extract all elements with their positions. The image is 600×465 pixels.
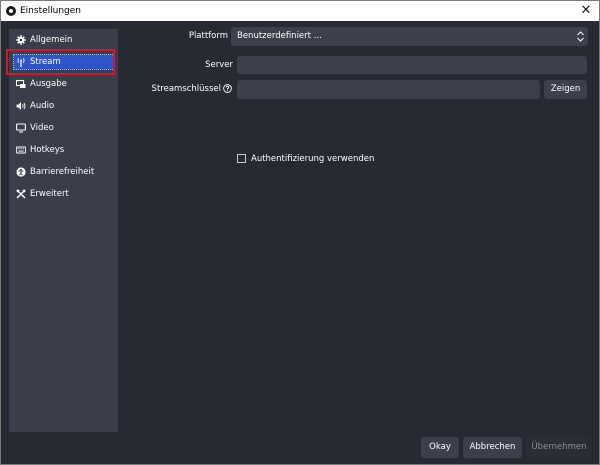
up-down-arrows-icon xyxy=(577,31,584,42)
sidebar-item-stream[interactable]: Stream xyxy=(9,51,118,73)
server-label: Server xyxy=(205,60,233,70)
obs-logo-icon xyxy=(6,6,16,16)
sidebar-item-label: Video xyxy=(30,123,54,133)
ok-button[interactable]: Okay xyxy=(421,437,459,458)
monitor-icon xyxy=(16,123,26,133)
show-key-button[interactable]: Zeigen xyxy=(544,80,587,99)
settings-sidebar: Allgemein Stream Ausgabe Audio Video Hot… xyxy=(9,29,118,432)
sidebar-item-label: Barrierefreiheit xyxy=(30,167,95,177)
sidebar-item-erweitert[interactable]: Erweitert xyxy=(9,183,118,205)
sidebar-item-label: Audio xyxy=(30,101,55,111)
sidebar-item-label: Stream xyxy=(30,57,61,67)
platform-label: Plattform xyxy=(188,31,228,41)
sidebar-item-audio[interactable]: Audio xyxy=(9,95,118,117)
sidebar-item-label: Hotkeys xyxy=(30,145,65,155)
settings-window: Einstellungen ✕ Allgemein Stream Ausgabe… xyxy=(0,0,600,465)
stream-key-input[interactable] xyxy=(237,80,540,99)
apply-button[interactable]: Übernehmen xyxy=(526,437,592,458)
help-icon[interactable] xyxy=(223,84,232,93)
sidebar-item-ausgabe[interactable]: Ausgabe xyxy=(9,73,118,95)
antenna-icon xyxy=(17,57,25,67)
platform-select-value: Benutzerdefiniert ... xyxy=(237,31,322,41)
sidebar-item-barrierefreiheit[interactable]: Barrierefreiheit xyxy=(9,161,118,183)
sidebar-item-label: Ausgabe xyxy=(30,79,67,89)
gear-icon xyxy=(16,35,26,45)
output-icon xyxy=(16,79,26,88)
sidebar-item-hotkeys[interactable]: Hotkeys xyxy=(9,139,118,161)
sidebar-item-video[interactable]: Video xyxy=(9,117,118,139)
keyboard-icon xyxy=(16,146,26,154)
auth-checkbox-label[interactable]: Authentifizierung verwenden xyxy=(251,153,374,165)
sidebar-item-label: Erweitert xyxy=(30,189,69,199)
cancel-button[interactable]: Abbrechen xyxy=(463,437,522,458)
server-input[interactable] xyxy=(237,56,587,74)
window-title: Einstellungen xyxy=(20,6,82,16)
auth-checkbox[interactable] xyxy=(237,154,246,163)
speaker-icon xyxy=(16,102,26,110)
tools-icon xyxy=(16,189,26,199)
platform-select[interactable]: Benutzerdefiniert ... xyxy=(231,27,588,46)
sidebar-item-label: Allgemein xyxy=(30,35,73,45)
stream-key-label: Streamschlüssel xyxy=(151,84,221,94)
selection-highlight xyxy=(13,54,115,70)
title-bar: Einstellungen ✕ xyxy=(1,1,599,21)
accessibility-icon xyxy=(16,167,26,177)
close-button[interactable]: ✕ xyxy=(573,1,599,21)
sidebar-item-allgemein[interactable]: Allgemein xyxy=(9,29,118,51)
